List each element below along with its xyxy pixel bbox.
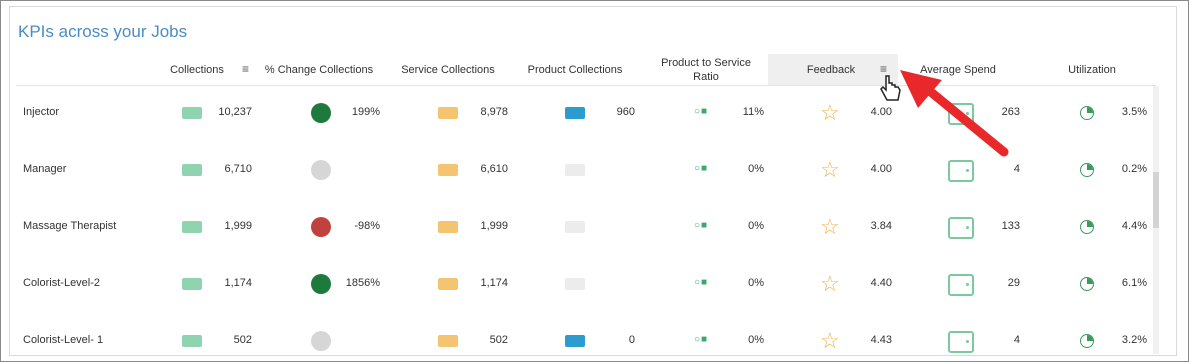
pct-change-value: 1856% — [345, 277, 380, 289]
feedback-value: 4.00 — [870, 163, 892, 175]
ratio-value: 0% — [748, 277, 764, 289]
money-icon — [182, 335, 202, 347]
utilization-value: 3.5% — [1121, 106, 1147, 118]
feedback-value: 4.43 — [870, 334, 892, 346]
feedback-value: 4.40 — [870, 277, 892, 289]
header-pct-change[interactable]: % Change Collections — [262, 54, 376, 86]
money-icon — [182, 164, 202, 176]
utilization-value: 0.2% — [1121, 163, 1147, 175]
star-icon: ☆ — [820, 271, 840, 296]
change-indicator — [311, 217, 331, 237]
pie-icon — [1080, 106, 1094, 120]
ratio-icon: ○■ — [694, 106, 709, 117]
pct-change-value: 199% — [351, 106, 380, 118]
service-collections-value: 502 — [489, 334, 508, 346]
ratio-value: 0% — [748, 220, 764, 232]
collections-value: 10,237 — [218, 106, 252, 118]
ratio-icon: ○■ — [694, 163, 709, 174]
change-indicator — [311, 103, 331, 123]
money-icon — [182, 107, 202, 119]
change-indicator — [311, 160, 331, 180]
job-name[interactable]: Massage Therapist — [23, 220, 116, 232]
header-service-collections[interactable]: Service Collections — [396, 54, 500, 86]
money-icon — [438, 164, 458, 176]
panel-title: KPIs across your Jobs — [18, 22, 188, 41]
collections-value: 502 — [233, 334, 252, 346]
wallet-icon — [948, 217, 974, 239]
ratio-icon: ○■ — [694, 277, 709, 288]
change-indicator — [311, 274, 331, 294]
money-icon — [565, 164, 585, 176]
star-icon: ☆ — [820, 328, 840, 353]
pie-icon — [1080, 277, 1094, 291]
utilization-value: 4.4% — [1121, 220, 1147, 232]
money-icon — [438, 335, 458, 347]
job-name[interactable]: Colorist-Level-2 — [23, 277, 100, 289]
scrollbar-thumb[interactable] — [1153, 172, 1159, 228]
money-icon — [565, 335, 585, 347]
feedback-value: 3.84 — [870, 220, 892, 232]
header-product-service-ratio[interactable]: Product to Service Ratio — [654, 54, 758, 86]
job-name[interactable]: Injector — [23, 106, 59, 118]
collections-value: 1,174 — [224, 277, 252, 289]
money-icon — [438, 221, 458, 233]
service-collections-value: 1,999 — [480, 220, 508, 232]
money-icon — [182, 221, 202, 233]
star-icon: ☆ — [820, 214, 840, 239]
money-icon — [565, 107, 585, 119]
product-collections-value: 960 — [616, 106, 635, 118]
red-arrow-annotation — [900, 70, 1009, 157]
wallet-icon — [948, 331, 974, 353]
service-collections-value: 1,174 — [480, 277, 508, 289]
pct-change-value: -98% — [354, 220, 380, 232]
money-icon — [565, 221, 585, 233]
pie-icon — [1080, 220, 1094, 234]
pie-icon — [1080, 163, 1094, 177]
average-spend-value: 133 — [1001, 220, 1020, 232]
service-collections-value: 6,610 — [480, 163, 508, 175]
average-spend-value: 4 — [1013, 334, 1020, 346]
header-product-collections[interactable]: Product Collections — [522, 54, 628, 86]
money-icon — [565, 278, 585, 290]
utilization-value: 3.2% — [1121, 334, 1147, 346]
utilization-value: 6.1% — [1121, 277, 1147, 289]
average-spend-value: 29 — [1007, 277, 1020, 289]
ratio-value: 11% — [742, 106, 764, 118]
money-icon — [438, 107, 458, 119]
job-name[interactable]: Manager — [23, 163, 66, 175]
ratio-value: 0% — [748, 163, 764, 175]
header-collections[interactable]: Collections — [166, 54, 228, 86]
job-name[interactable]: Colorist-Level- 1 — [23, 334, 103, 346]
pie-icon — [1080, 334, 1094, 348]
ratio-icon: ○■ — [694, 220, 709, 231]
collections-value: 6,710 — [224, 163, 252, 175]
money-icon — [182, 278, 202, 290]
change-indicator — [311, 331, 331, 351]
wallet-icon — [948, 274, 974, 296]
star-icon: ☆ — [820, 100, 840, 125]
star-icon: ☆ — [820, 157, 840, 182]
feedback-value: 4.00 — [870, 106, 892, 118]
money-icon — [438, 278, 458, 290]
header-utilization[interactable]: Utilization — [1058, 54, 1126, 86]
sort-icon[interactable]: ≡ — [242, 62, 249, 76]
product-collections-value: 0 — [628, 334, 635, 346]
ratio-value: 0% — [748, 334, 764, 346]
header-feedback-label: Feedback — [806, 64, 856, 76]
collections-value: 1,999 — [224, 220, 252, 232]
service-collections-value: 8,978 — [480, 106, 508, 118]
ratio-icon: ○■ — [694, 334, 709, 345]
